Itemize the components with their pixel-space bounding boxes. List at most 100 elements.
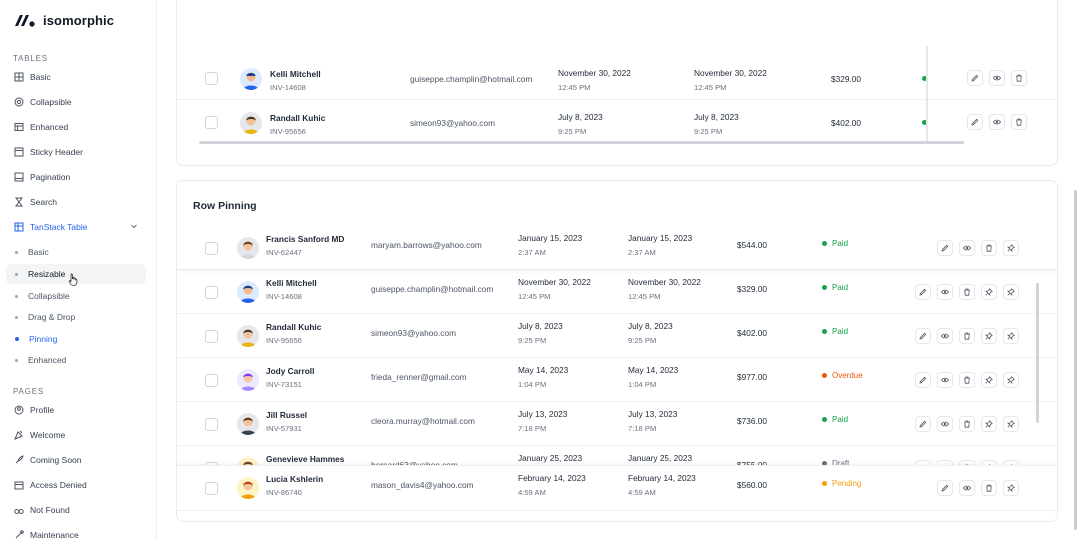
due-time: 2:37 AM [628,248,656,257]
unpin-button[interactable] [1003,240,1019,256]
sidebar-item-sticky-header[interactable]: Sticky Header [6,142,146,162]
delete-button[interactable] [1011,70,1027,86]
status-badge: Paid [822,239,848,248]
due-date: July 8, 2023 [694,112,739,122]
brand-logo[interactable]: isomorphic [14,12,114,28]
sidebar-item-maintenance[interactable]: Maintenance [6,525,146,540]
table-row[interactable]: Jody Carroll INV-73151 frieda_renner@gma… [177,358,1057,402]
sidebar-subitem-pinning[interactable]: Pinning [6,329,146,349]
sidebar-item-pagination[interactable]: Pagination [6,167,146,187]
due-time: 4:59 AM [628,488,656,497]
row-checkbox[interactable] [205,72,218,85]
edit-button[interactable] [915,372,931,388]
delete-button[interactable] [1011,114,1027,130]
bullet-icon [15,315,18,319]
edit-button[interactable] [967,70,983,86]
view-button[interactable] [959,240,975,256]
view-button[interactable] [989,70,1005,86]
chevron-down-icon[interactable] [130,222,138,232]
pin-bottom-button[interactable] [1003,284,1019,300]
pinned-table-row[interactable]: Francis Sanford MD INV-62447 maryam.barr… [177,226,1057,270]
view-button[interactable] [937,284,953,300]
edit-button[interactable] [915,416,931,432]
pin-bottom-button[interactable] [1003,416,1019,432]
table-row[interactable]: Randall Kuhic INV-95656 simeon93@yahoo.c… [177,314,1057,358]
created-time: 12:45 PM [558,83,591,92]
scrollbar-thumb[interactable] [199,141,964,144]
bullet-icon [15,337,19,341]
horizontal-scrollbar[interactable] [199,141,964,144]
row-checkbox[interactable] [205,286,218,299]
pin-top-button[interactable] [981,328,997,344]
view-button[interactable] [937,372,953,388]
edit-button[interactable] [967,114,983,130]
row-checkbox[interactable] [205,116,218,129]
sidebar-subitem-enhanced[interactable]: Enhanced [6,350,146,370]
sidebar-item-welcome[interactable]: Welcome [6,425,146,445]
sidebar-item-access-denied[interactable]: Access Denied [6,475,146,495]
edit-button[interactable] [937,240,953,256]
created-date: November 30, 2022 [518,277,591,287]
row-checkbox[interactable] [205,330,218,343]
view-button[interactable] [937,328,953,344]
pin-icon [985,420,993,428]
trash-icon [964,288,970,296]
due-time: 12:45 PM [628,292,661,301]
sidebar-item-label: Basic [30,72,51,82]
sidebar-item-label: Profile [30,405,55,415]
sidebar-item-enhanced[interactable]: Enhanced [6,117,146,137]
row-checkbox[interactable] [205,374,218,387]
pin-bottom-button[interactable] [1003,372,1019,388]
column-resize-handle[interactable] [926,46,928,141]
unpin-button[interactable] [1003,480,1019,496]
view-button[interactable] [959,480,975,496]
pin-icon [1007,288,1015,296]
table-row[interactable]: Jill Russel INV-57931 cleora.murray@hotm… [177,402,1057,446]
delete-button[interactable] [959,372,975,388]
sidebar-subitem-collapsible[interactable]: Collapsible [6,286,146,306]
pencil-icon [971,118,979,126]
avatar-image [237,413,259,435]
pin-top-button[interactable] [981,372,997,388]
row-checkbox[interactable] [205,418,218,431]
view-button[interactable] [937,416,953,432]
delete-button[interactable] [981,240,997,256]
vertical-scrollbar[interactable] [1036,283,1039,423]
due-date: July 13, 2023 [628,409,678,419]
edit-button[interactable] [915,328,931,344]
edit-button[interactable] [915,284,931,300]
sidebar-item-collapsible[interactable]: Collapsible [6,92,146,112]
pin-top-button[interactable] [981,284,997,300]
sidebar-item-not-found[interactable]: Not Found [6,500,146,520]
amount: $329.00 [737,284,767,294]
page-scrollbar[interactable] [1074,190,1077,530]
status-label: Paid [832,327,849,336]
sidebar-subitem-basic[interactable]: Basic [6,242,146,262]
created-date: May 14, 2023 [518,365,569,375]
pinned-table-row[interactable]: Lucia Kshlerin INV-86740 mason_davis4@ya… [177,465,1057,511]
delete-button[interactable] [959,284,975,300]
sidebar-item-profile[interactable]: Profile [6,400,146,420]
avatar [237,325,259,347]
customer-name: Kelli Mitchell [266,278,317,288]
pin-bottom-button[interactable] [1003,328,1019,344]
table-row[interactable]: Kelli Mitchell INV-14608 guiseppe.champl… [177,270,1057,314]
sidebar-item-label: TanStack Table [30,222,88,232]
status-label: Paid [832,239,849,248]
sidebar-item-basic[interactable]: Basic [6,67,146,87]
delete-button[interactable] [959,416,975,432]
table-row[interactable]: Genevieve Hammes bernard63@yahoo.com Jan… [177,446,1057,465]
sidebar-item-tanstack-table[interactable]: TanStack Table [6,217,146,237]
sidebar-subitem-drag-drop[interactable]: Drag & Drop [6,307,146,327]
avatar [237,477,259,499]
row-checkbox[interactable] [205,242,218,255]
sidebar-subitem-resizable[interactable]: Resizable [6,264,146,286]
sidebar-item-coming-soon[interactable]: Coming Soon [6,450,146,470]
edit-button[interactable] [937,480,953,496]
delete-button[interactable] [959,328,975,344]
sidebar-item-search[interactable]: Search [6,192,146,212]
view-button[interactable] [989,114,1005,130]
pin-top-button[interactable] [981,416,997,432]
delete-button[interactable] [981,480,997,496]
row-checkbox[interactable] [205,482,218,495]
